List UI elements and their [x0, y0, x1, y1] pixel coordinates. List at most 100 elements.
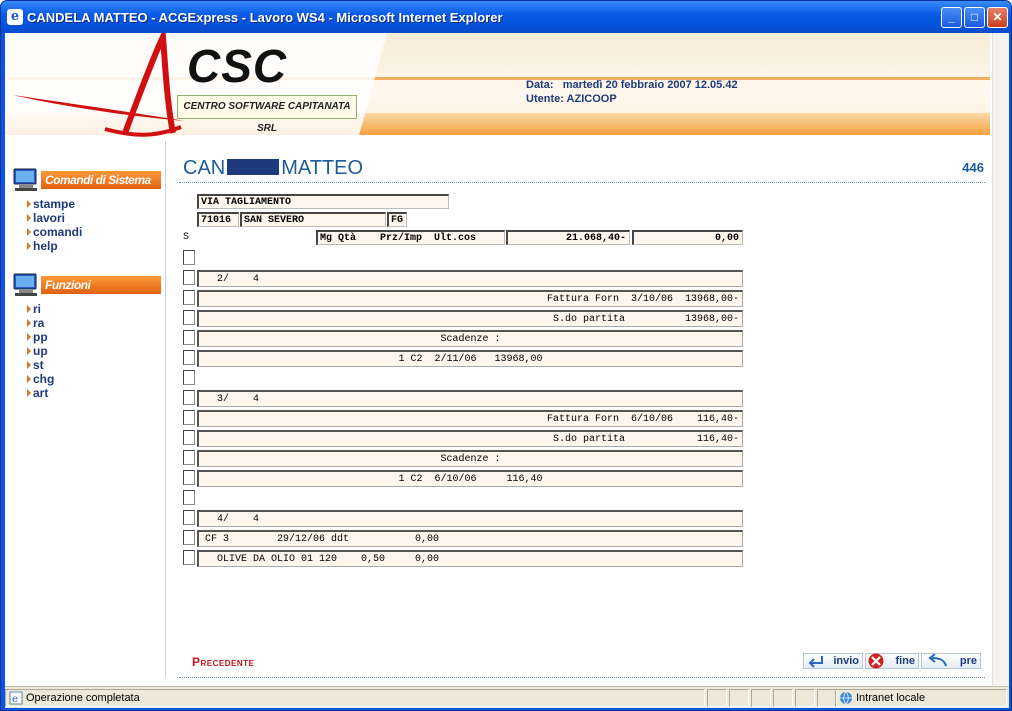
- row-select-checkbox[interactable]: [183, 430, 195, 445]
- sidebar-link-st[interactable]: st: [27, 358, 54, 372]
- row-select-checkbox[interactable]: [183, 390, 195, 405]
- sidebar-section-system: Comandi di Sistema: [11, 168, 163, 191]
- sidebar-section-title: Comandi di Sistema: [41, 171, 161, 189]
- row-select-checkbox[interactable]: [183, 410, 195, 425]
- date-value: martedì 20 febbraio 2007 12.05.42: [562, 79, 738, 91]
- row-select-checkbox[interactable]: [183, 330, 195, 345]
- row-text: 3/ 4: [205, 394, 260, 405]
- sidebar-link-lavori[interactable]: lavori: [27, 211, 82, 225]
- detail-row: CF 3 29/12/06 ddt 0,00: [197, 530, 743, 547]
- zone-text: Intranet locale: [856, 692, 926, 704]
- row-text: S.do partita 116,40-: [552, 434, 739, 445]
- invio-button[interactable]: invio: [803, 653, 863, 669]
- detail-row: 1 C2 6/10/06 116,40: [197, 470, 743, 487]
- maximize-button[interactable]: □: [964, 7, 985, 28]
- row-select-checkbox[interactable]: [183, 470, 195, 485]
- pre-button[interactable]: pre: [921, 653, 981, 669]
- row-select-checkbox[interactable]: [183, 450, 195, 465]
- row-text: 1 C2 2/11/06 13968,00: [398, 354, 543, 365]
- address-field: VIA TAGLIAMENTO: [197, 194, 449, 209]
- sidebar-link-ra[interactable]: ra: [27, 316, 54, 330]
- computer-icon: [13, 273, 37, 296]
- computer-icon: [13, 168, 37, 191]
- page-content: CSC CENTRO SOFTWARE CAPITANATA SRL Data:…: [5, 33, 1009, 686]
- detail-row: Scadenze :: [197, 450, 743, 467]
- columns-header: Mg Qtà Prz/Imp Ult.cos: [316, 230, 505, 245]
- row-select-checkbox[interactable]: [183, 490, 195, 505]
- intranet-globe-icon: [840, 691, 852, 705]
- detail-row: 1 C2 2/11/06 13968,00: [197, 350, 743, 367]
- redaction-block: [227, 159, 280, 175]
- row-select-checkbox[interactable]: [183, 270, 195, 285]
- row-select-checkbox[interactable]: [183, 510, 195, 525]
- header-banner: CSC CENTRO SOFTWARE CAPITANATA SRL Data:…: [5, 33, 990, 143]
- sidebar-link-art[interactable]: art: [27, 386, 54, 400]
- total-field-2: 0,00: [632, 230, 743, 245]
- sidebar-link-help[interactable]: help: [27, 239, 82, 253]
- user-label: Utente:: [526, 93, 564, 105]
- page-title: CAN MATTEO: [183, 157, 364, 179]
- sidebar-link-stampe[interactable]: stampe: [27, 197, 82, 211]
- detail-row: S.do partita 13968,00-: [197, 310, 743, 327]
- sidebar-link-up[interactable]: up: [27, 344, 54, 358]
- page-number: 446: [962, 160, 984, 175]
- detail-row: OLIVE DA OLIO 01 120 0,50 0,00: [197, 550, 743, 567]
- ie-icon: e: [7, 9, 23, 25]
- row-text: 2/ 4: [205, 274, 260, 285]
- city-field: SAN SEVERO: [240, 212, 386, 227]
- row-select-checkbox[interactable]: [183, 350, 195, 365]
- row-select-checkbox[interactable]: [183, 290, 195, 305]
- sidebar-section-title: Funzioni: [41, 276, 161, 294]
- system-command-list: stampe lavori comandi help: [27, 197, 82, 253]
- row-text: Scadenze :: [440, 334, 501, 345]
- enter-arrow-icon: [808, 656, 823, 668]
- detail-row: Scadenze :: [197, 330, 743, 347]
- minimize-button[interactable]: _: [941, 7, 962, 28]
- back-arrow-icon: [928, 654, 947, 667]
- row-select-checkbox[interactable]: [183, 530, 195, 545]
- status-bar: e Operazione completata Intranet locale: [5, 686, 1009, 708]
- row-text: Fattura Forn 6/10/06 116,40-: [546, 414, 739, 425]
- function-list: ri ra pp up st chg art: [27, 302, 54, 400]
- row-text: OLIVE DA OLIO 01 120 0,50 0,00: [205, 554, 440, 565]
- ie-window: e CANDELA MATTEO - ACGExpress - Lavoro W…: [0, 0, 1012, 711]
- close-button[interactable]: ✕: [987, 7, 1008, 28]
- sidebar-section-functions: Funzioni: [11, 273, 163, 296]
- row-select-checkbox[interactable]: [183, 250, 195, 265]
- sidebar-link-comandi[interactable]: comandi: [27, 225, 82, 239]
- sidebar-link-ri[interactable]: ri: [27, 302, 54, 316]
- row-text: Scadenze :: [440, 454, 501, 465]
- detail-row: Fattura Forn 6/10/06 116,40-: [197, 410, 743, 427]
- sidebar: Comandi di Sistema stampe lavori comandi he…: [5, 141, 166, 678]
- vertical-scrollbar[interactable]: [992, 33, 1009, 686]
- fine-button[interactable]: fine: [865, 653, 919, 669]
- row-text: 4/ 4: [205, 514, 260, 525]
- detail-row: 2/ 4: [197, 270, 743, 287]
- svg-text:e: e: [12, 694, 18, 705]
- csc-logo: CSC CENTRO SOFTWARE CAPITANATA SRL: [5, 33, 390, 143]
- precedente-link[interactable]: Precedente: [192, 655, 254, 669]
- detail-row: 4/ 4: [197, 510, 743, 527]
- divider: [179, 182, 985, 183]
- detail-row: 3/ 4: [197, 390, 743, 407]
- page-done-icon: e: [9, 691, 23, 705]
- row-text: CF 3 29/12/06 ddt 0,00: [205, 534, 440, 545]
- divider: [179, 677, 985, 678]
- cap-field: 71016: [197, 212, 239, 227]
- sidebar-link-pp[interactable]: pp: [27, 330, 54, 344]
- row-select-checkbox[interactable]: [183, 370, 195, 385]
- session-info: Data: martedì 20 febbraio 2007 12.05.42 …: [526, 78, 738, 106]
- row-select-checkbox[interactable]: [183, 550, 195, 565]
- row-text: 1 C2 6/10/06 116,40: [398, 474, 543, 485]
- province-field: FG: [387, 212, 407, 227]
- row-text: S.do partita 13968,00-: [552, 314, 739, 325]
- total-field-1: 21.068,40-: [506, 230, 630, 245]
- window-title: CANDELA MATTEO - ACGExpress - Lavoro WS4…: [27, 10, 503, 25]
- row-select-checkbox[interactable]: [183, 310, 195, 325]
- close-circle-icon: [868, 653, 884, 669]
- logo-subtitle: CENTRO SOFTWARE CAPITANATA SRL: [177, 95, 357, 134]
- detail-row: S.do partita 116,40-: [197, 430, 743, 447]
- logo-text: CSC: [187, 40, 288, 92]
- sidebar-link-chg[interactable]: chg: [27, 372, 54, 386]
- title-bar: e CANDELA MATTEO - ACGExpress - Lavoro W…: [1, 1, 1011, 33]
